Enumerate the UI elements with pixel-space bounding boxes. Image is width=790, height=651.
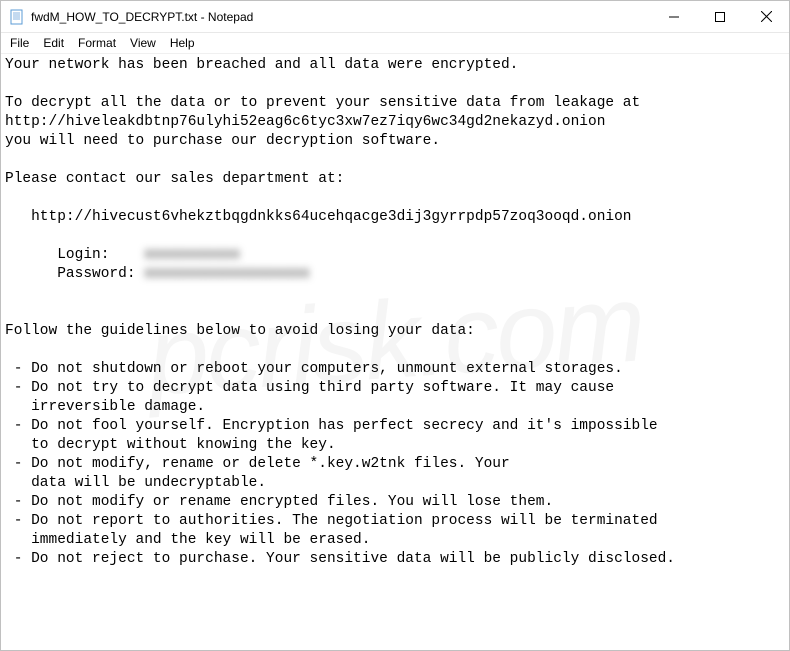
line: http://hivecust6vhekztbqgdnkks64ucehqacg…: [5, 209, 632, 225]
window-title: fwdM_HOW_TO_DECRYPT.txt - Notepad: [31, 1, 651, 33]
line: - Do not modify or rename encrypted file…: [5, 494, 553, 510]
menu-edit[interactable]: Edit: [36, 34, 71, 52]
notepad-window: fwdM_HOW_TO_DECRYPT.txt - Notepad File E…: [0, 0, 790, 651]
menu-help[interactable]: Help: [163, 34, 202, 52]
line: irreversible damage.: [5, 399, 205, 415]
maximize-button[interactable]: [697, 2, 743, 32]
password-value-redacted: xxxxxxxxxxxxxxxxxxx: [144, 265, 309, 284]
login-value-redacted: xxxxxxxxxxx: [144, 246, 240, 265]
line: http://hiveleakdbtnp76ulyhi52eag6c6tyc3x…: [5, 114, 605, 130]
line: you will need to purchase our decryption…: [5, 133, 440, 149]
menubar: File Edit Format View Help: [1, 33, 789, 54]
line: Your network has been breached and all d…: [5, 57, 518, 73]
line: To decrypt all the data or to prevent yo…: [5, 95, 640, 111]
window-controls: [651, 2, 789, 32]
line: - Do not report to authorities. The nego…: [5, 513, 658, 529]
line: immediately and the key will be erased.: [5, 532, 370, 548]
line: - Do not try to decrypt data using third…: [5, 380, 623, 396]
text-area[interactable]: pcrisk.com Your network has been breached…: [1, 54, 789, 650]
notepad-icon: [9, 9, 25, 25]
line: to decrypt without knowing the key.: [5, 437, 336, 453]
line: - Do not modify, rename or delete *.key.…: [5, 456, 510, 472]
line: data will be undecryptable.: [5, 475, 266, 491]
minimize-button[interactable]: [651, 2, 697, 32]
menu-view[interactable]: View: [123, 34, 163, 52]
titlebar[interactable]: fwdM_HOW_TO_DECRYPT.txt - Notepad: [1, 1, 789, 33]
menu-file[interactable]: File: [3, 34, 36, 52]
watermark: pcrisk.com: [147, 313, 643, 367]
password-label: Password:: [5, 266, 144, 282]
menu-format[interactable]: Format: [71, 34, 123, 52]
close-button[interactable]: [743, 2, 789, 32]
line: - Do not shutdown or reboot your compute…: [5, 361, 623, 377]
line: - Do not reject to purchase. Your sensit…: [5, 551, 675, 567]
line: - Do not fool yourself. Encryption has p…: [5, 418, 658, 434]
line: Please contact our sales department at:: [5, 171, 344, 187]
login-label: Login:: [5, 247, 144, 263]
line: Follow the guidelines below to avoid los…: [5, 323, 475, 339]
